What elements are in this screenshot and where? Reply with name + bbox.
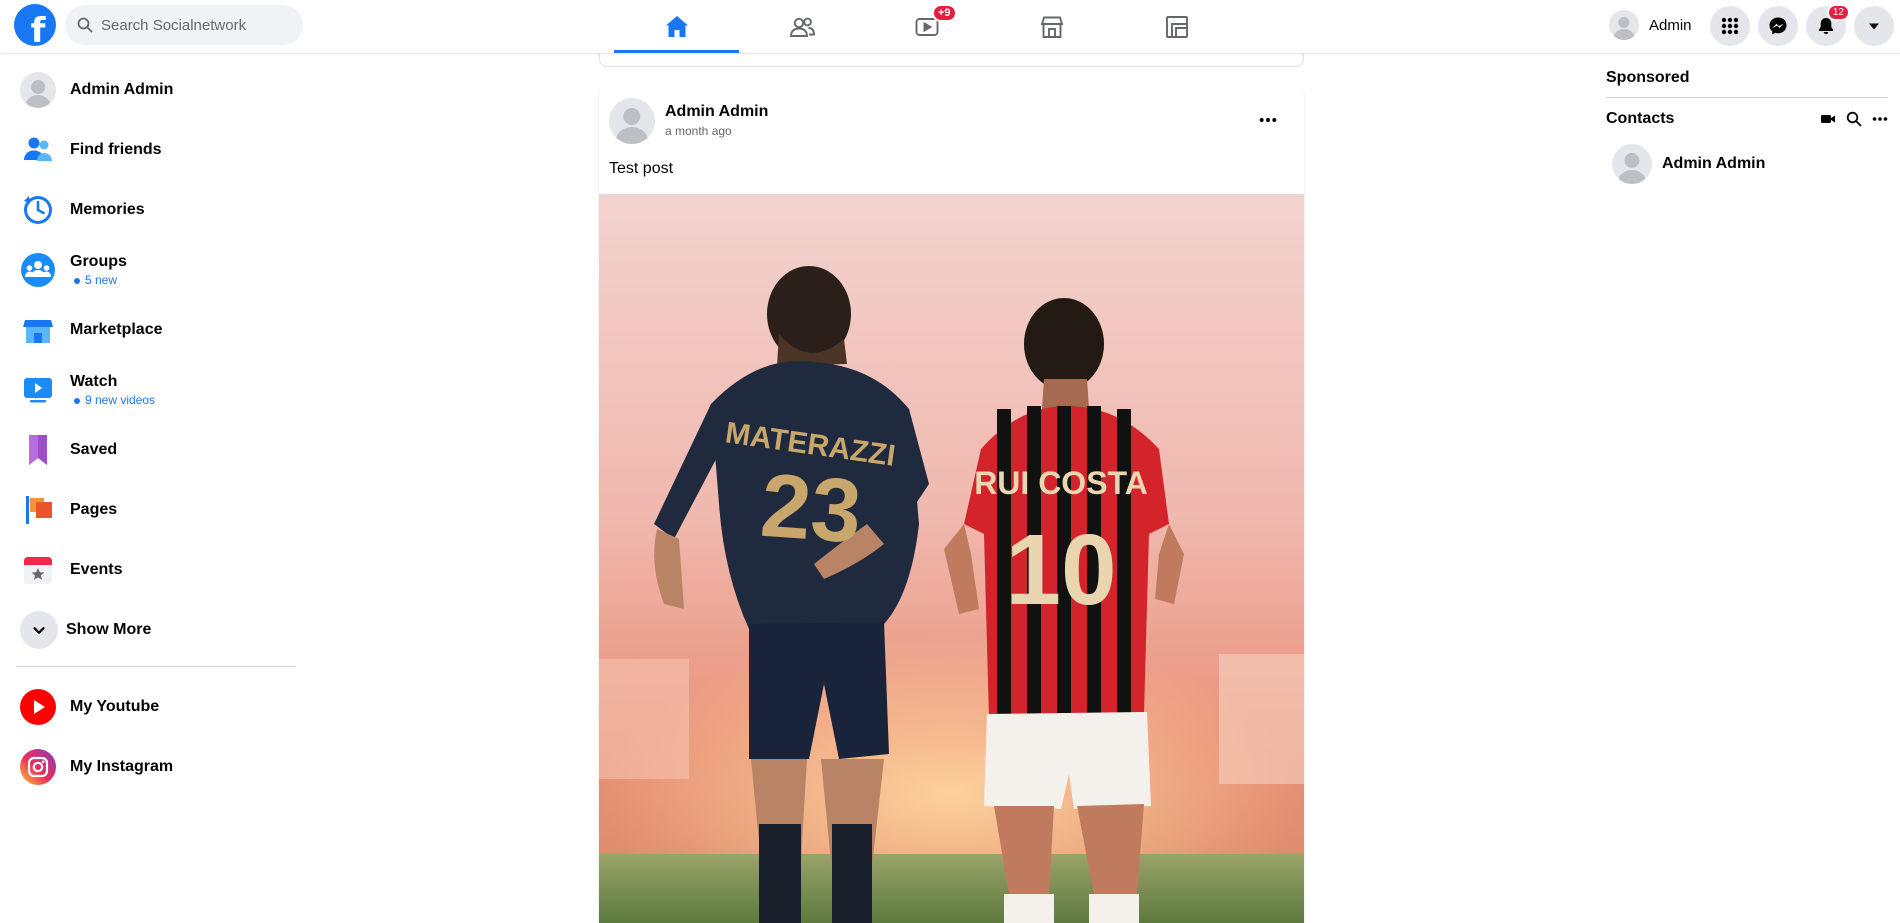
post-author[interactable]: Admin Admin [665,103,768,121]
sidebar-item-groups[interactable]: Groups 5 new [14,240,296,300]
search-icon[interactable] [1846,111,1862,127]
sidebar-divider [16,666,296,667]
sidebar-item-label: My Youtube [70,698,160,715]
sidebar-item-label: Memories [70,201,145,218]
sponsored-heading: Sponsored [1606,60,1888,98]
memories-icon [24,196,52,224]
groups-icon [1165,15,1188,38]
post-card: Admin Admin a month ago Test post MATERA… [599,88,1304,923]
sidebar-item-label: Watch [70,373,118,390]
marketplace-icon [23,320,53,343]
contacts-header: Contacts [1606,98,1888,140]
profile-button[interactable]: Admin [1605,7,1698,43]
post-text: Test post [609,160,674,177]
post-options-button[interactable] [1254,106,1282,134]
rui-costa-name: RUI COSTA [974,465,1148,501]
previous-card-edge [599,53,1304,67]
left-sidebar: Admin Admin Find friends Memories Groups… [14,60,296,797]
groups-new-count: 5 new [70,273,127,287]
more-horizontal-icon [1259,118,1277,122]
avatar [20,72,56,108]
tab-marketplace[interactable] [989,0,1114,53]
find-friends-icon [24,137,52,161]
sidebar-item-label: Saved [70,441,118,458]
avatar [1609,10,1639,40]
events-icon [24,557,52,584]
grid-menu-icon [1721,17,1739,35]
sidebar-item-find-friends[interactable]: Find friends [14,120,296,180]
tab-friends[interactable] [739,0,864,53]
contact-name: Admin Admin [1662,155,1766,172]
instagram-icon [20,749,56,785]
youtube-icon [20,689,56,725]
sidebar-item-label: Marketplace [70,321,163,338]
more-horizontal-icon[interactable] [1872,111,1888,127]
saved-icon [29,435,47,465]
show-more-button[interactable]: Show More [14,600,296,660]
main-nav-tabs: +9 [614,0,1239,53]
top-navigation-bar: f +9 Admin 12 [0,0,1900,53]
sidebar-item-watch[interactable]: Watch 9 new videos [14,360,296,420]
tab-watch[interactable]: +9 [864,0,989,53]
rui-costa-number: 10 [1005,514,1116,626]
post-header: Admin Admin a month ago [599,88,1304,148]
avatar [1612,144,1652,184]
sidebar-item-label: Pages [70,501,118,518]
post-timestamp[interactable]: a month ago [665,124,768,138]
account-dropdown-button[interactable] [1854,6,1894,46]
contacts-heading: Contacts [1606,110,1675,127]
new-dot-icon [74,277,80,284]
video-call-icon[interactable] [1820,111,1836,127]
search-box[interactable] [65,5,303,45]
menu-button[interactable] [1710,6,1750,46]
sidebar-item-label: Admin Admin [70,81,174,98]
sidebar-item-my-instagram[interactable]: My Instagram [14,737,296,797]
new-dot-icon [74,397,80,404]
search-icon [77,17,93,33]
chevron-down-icon [33,627,45,634]
materazzi-number: 23 [758,456,865,563]
sidebar-item-pages[interactable]: Pages [14,480,296,540]
contact-item[interactable]: Admin Admin [1606,140,1888,188]
watch-badge: +9 [932,4,957,22]
sidebar-item-my-youtube[interactable]: My Youtube [14,677,296,737]
sidebar-item-label: Groups [70,253,127,270]
pages-icon [26,496,52,524]
sidebar-item-memories[interactable]: Memories [14,180,296,240]
messenger-icon [1769,17,1787,35]
sidebar-item-profile[interactable]: Admin Admin [14,60,296,120]
marketplace-icon [1040,16,1063,38]
tab-home[interactable] [614,0,739,53]
search-input[interactable] [101,16,291,34]
sidebar-item-saved[interactable]: Saved [14,420,296,480]
notifications-button[interactable]: 12 [1806,4,1850,46]
sidebar-item-label: Events [70,561,123,578]
messenger-button[interactable] [1758,6,1798,46]
tab-groups[interactable] [1114,0,1239,53]
profile-name: Admin [1649,16,1692,34]
sidebar-item-label: My Instagram [70,758,174,775]
home-icon [665,15,688,37]
post-image[interactable]: MATERAZZI 23 RUI COSTA 10 [599,194,1304,923]
sidebar-item-marketplace[interactable]: Marketplace [14,300,296,360]
caret-down-icon [1869,23,1879,30]
watch-icon [24,378,52,403]
show-more-label: Show More [66,621,152,638]
avatar[interactable] [609,97,655,144]
facebook-logo-icon[interactable]: f [14,4,56,46]
friends-icon [789,17,815,37]
sidebar-item-events[interactable]: Events [14,540,296,600]
right-sidebar: Sponsored Contacts Admin Admin [1606,60,1888,188]
notifications-badge: 12 [1826,4,1850,21]
watch-new-count: 9 new videos [70,393,155,407]
sidebar-item-label: Find friends [70,141,162,158]
groups-icon [21,253,55,287]
